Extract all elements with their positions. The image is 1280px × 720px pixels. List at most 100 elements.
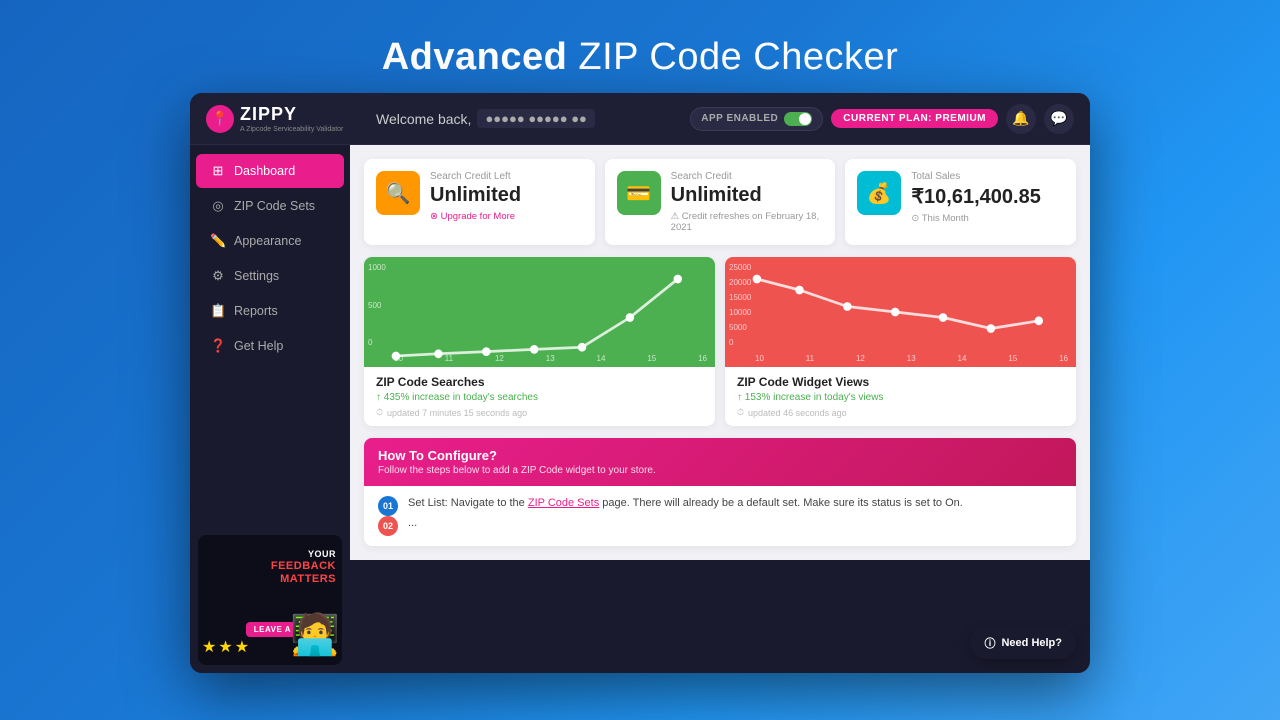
sidebar-label: Get Help	[234, 339, 283, 353]
notification-button[interactable]: 🔔	[1006, 104, 1036, 134]
configure-steps: 01 Set List: Navigate to the ZIP Code Se…	[364, 486, 1076, 546]
chart-x-label: 10	[394, 354, 403, 363]
clock-icon: ⏱	[737, 407, 744, 418]
sidebar-icon: ✏️	[210, 233, 226, 249]
sidebar-icon: ⊞	[210, 163, 226, 179]
chart-x-label: 12	[856, 354, 865, 363]
step-text-0: Set List: Navigate to the ZIP Code Sets …	[408, 496, 963, 511]
title-rest: ZIP Code Checker	[567, 36, 898, 78]
welcome-username: ●●●●● ●●●●● ●●	[477, 109, 594, 128]
chart-x-label: 11	[445, 354, 453, 363]
charts-row: 10005000 10111213141516 ZIP Code Searche…	[364, 257, 1076, 426]
chart-updated-1: ⏱ updated 46 seconds ago	[737, 407, 1064, 418]
configure-subtitle: Follow the steps below to add a ZIP Code…	[378, 465, 1062, 476]
logo-area: 📍 ZIPPY A Zipcode Serviceability Validat…	[206, 104, 366, 133]
sidebar-item-settings[interactable]: ⚙Settings	[196, 259, 344, 293]
page-title-bar: Advanced ZIP Code Checker	[382, 0, 899, 93]
chart-x-label: 14	[597, 354, 606, 363]
message-icon: 💬	[1050, 110, 1067, 127]
stat-label-0: Search Credit Left	[430, 171, 583, 182]
chart-x-labels-0: 10111213141516	[394, 354, 707, 363]
logo-icon: 📍	[206, 105, 234, 133]
sidebar-item-get-help[interactable]: ❓Get Help	[196, 329, 344, 363]
configure-header: How To Configure? Follow the steps below…	[364, 438, 1076, 486]
message-button[interactable]: 💬	[1044, 104, 1074, 134]
chart-x-label: 16	[698, 354, 707, 363]
title-bold: Advanced	[382, 36, 568, 78]
stat-sub-1: ⚠ Credit refreshes on February 18, 2021	[671, 211, 824, 233]
sidebar-feedback: YOURFeEdbaCKMaTTERS LEAVE A REVIEW ★ ★ ★…	[198, 535, 342, 665]
app-window: 📍 ZIPPY A Zipcode Serviceability Validat…	[190, 93, 1090, 673]
chart-x-labels-1: 10111213141516	[755, 354, 1068, 363]
star-2: ★	[218, 637, 232, 657]
chart-area-0: 10005000 10111213141516	[364, 257, 715, 367]
stat-label-2: Total Sales	[911, 171, 1064, 182]
chart-updated-0: ⏱ updated 7 minutes 15 seconds ago	[376, 407, 703, 418]
step-number-0: 01	[378, 496, 398, 516]
app-enabled-badge[interactable]: APP ENABLED	[690, 107, 823, 131]
sidebar-label: ZIP Code Sets	[234, 199, 315, 213]
logo-tagline: A Zipcode Serviceability Validator	[240, 126, 343, 133]
chart-stat-1: ↑ 153% increase in today's views	[737, 392, 1064, 403]
chart-card-1: 2500020000150001000050000 10111213141516…	[725, 257, 1076, 426]
stat-cards: 🔍 Search Credit Left Unlimited ⊗ Upgrade…	[364, 159, 1076, 245]
welcome-label: Welcome back,	[376, 111, 471, 127]
feedback-illustration: 🧑‍💻	[290, 615, 340, 655]
stat-icon-1: 💳	[617, 171, 661, 215]
sidebar-item-reports[interactable]: 📋Reports	[196, 294, 344, 328]
chart-card-0: 10005000 10111213141516 ZIP Code Searche…	[364, 257, 715, 426]
chart-bottom-1: ZIP Code Widget Views ↑ 153% increase in…	[725, 367, 1076, 426]
chart-svg-1	[725, 257, 1076, 367]
stat-info-2: Total Sales ₹10,61,400.85 ⊙ This Month	[911, 171, 1064, 224]
app-enabled-label: APP ENABLED	[701, 113, 778, 124]
sidebar-item-zip-code-sets[interactable]: ◎ZIP Code Sets	[196, 189, 344, 223]
stat-icon-0: 🔍	[376, 171, 420, 215]
sidebar-label: Reports	[234, 304, 278, 318]
sidebar: ⊞ Dashboard ◎ZIP Code Sets✏️Appearance⚙Set…	[190, 145, 350, 673]
chart-x-label: 10	[755, 354, 764, 363]
notification-icon: 🔔	[1012, 110, 1029, 127]
stat-card-0: 🔍 Search Credit Left Unlimited ⊗ Upgrade…	[364, 159, 595, 245]
stat-icon-2: 💰	[857, 171, 901, 215]
chart-x-label: 14	[958, 354, 967, 363]
chart-svg-0	[364, 257, 715, 367]
app-toggle[interactable]	[784, 112, 812, 126]
sidebar-label: Settings	[234, 269, 279, 283]
chart-x-label: 13	[546, 354, 555, 363]
chart-title-1: ZIP Code Widget Views	[737, 375, 1064, 389]
stat-label-1: Search Credit	[671, 171, 824, 182]
clock-icon: ⏱	[376, 407, 383, 418]
stat-sub-2: ⊙ This Month	[911, 213, 1064, 224]
star-1: ★	[202, 637, 216, 657]
stat-card-1: 💳 Search Credit Unlimited ⚠ Credit refre…	[605, 159, 836, 245]
step-number-1: 02	[378, 516, 398, 536]
chart-bottom-0: ZIP Code Searches ↑ 435% increase in tod…	[364, 367, 715, 426]
need-help-button[interactable]: ⓘ Need Help?	[970, 627, 1076, 659]
sidebar-menu: ⊞ Dashboard ◎ZIP Code Sets✏️Appearance⚙Set…	[190, 145, 350, 527]
sidebar-item-dashboard[interactable]: ⊞ Dashboard	[196, 154, 344, 188]
header-welcome: Welcome back, ●●●●● ●●●●● ●●	[366, 109, 690, 128]
configure-step-0: 01 Set List: Navigate to the ZIP Code Se…	[378, 496, 1062, 516]
app-header: 📍 ZIPPY A Zipcode Serviceability Validat…	[190, 93, 1090, 145]
stat-info-1: Search Credit Unlimited ⚠ Credit refresh…	[671, 171, 824, 233]
help-icon: ⓘ	[984, 635, 995, 651]
main-wrapper: 🔍 Search Credit Left Unlimited ⊗ Upgrade…	[350, 145, 1090, 673]
stat-value-2: ₹10,61,400.85	[911, 184, 1064, 209]
chart-title-0: ZIP Code Searches	[376, 375, 703, 389]
header-right: APP ENABLED CURRENT PLAN: PREMIUM 🔔 💬	[690, 104, 1074, 134]
chart-area-1: 2500020000150001000050000 10111213141516	[725, 257, 1076, 367]
step-link-0[interactable]: ZIP Code Sets	[528, 497, 599, 509]
plan-badge: CURRENT PLAN: PREMIUM	[831, 109, 998, 128]
feedback-text: YOURFeEdbaCKMaTTERS	[271, 549, 336, 586]
main-content: 🔍 Search Credit Left Unlimited ⊗ Upgrade…	[350, 145, 1090, 560]
sidebar-label: Dashboard	[234, 164, 295, 178]
logo-text: ZIPPY	[240, 104, 297, 124]
app-body: ⊞ Dashboard ◎ZIP Code Sets✏️Appearance⚙Set…	[190, 145, 1090, 673]
step-text-1: ...	[408, 516, 417, 531]
chart-x-label: 15	[1008, 354, 1017, 363]
configure-step-1: 02 ...	[378, 516, 1062, 536]
help-label: Need Help?	[1001, 637, 1062, 649]
configure-title: How To Configure?	[378, 448, 1062, 463]
sidebar-item-appearance[interactable]: ✏️Appearance	[196, 224, 344, 258]
stat-value-0: Unlimited	[430, 184, 583, 207]
